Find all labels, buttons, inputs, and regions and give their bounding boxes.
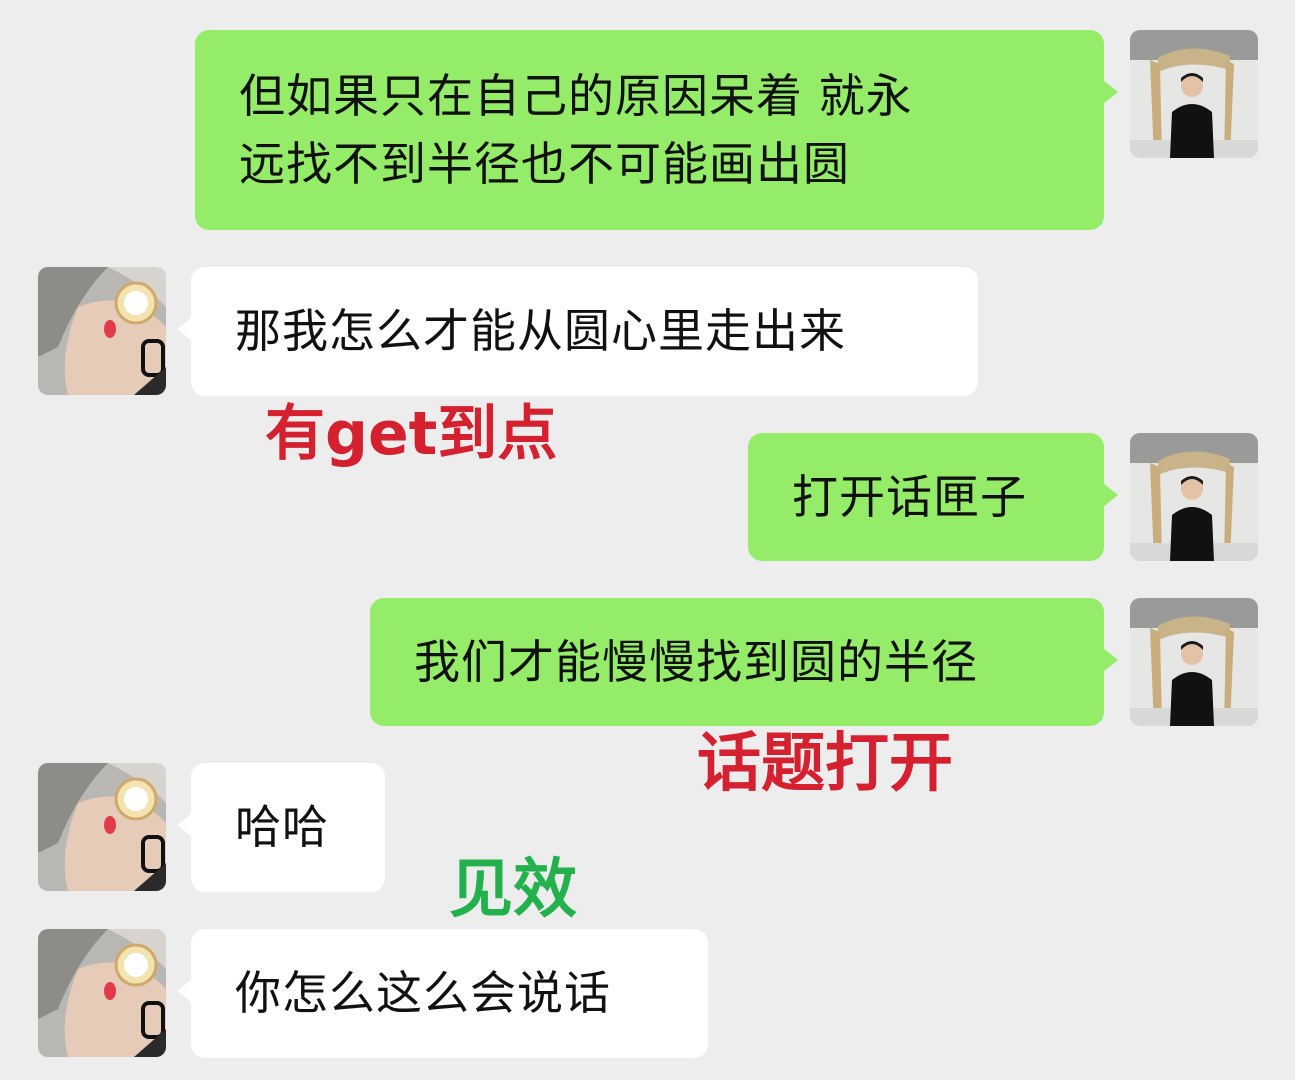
woman-cover-face-avatar-icon	[38, 929, 166, 1057]
bubble-tail	[177, 317, 192, 341]
man-in-black-avatar-icon	[1130, 598, 1258, 726]
message-text: 哈哈	[235, 800, 329, 854]
annotation-note: 见效	[449, 853, 577, 927]
message-text: 但如果只在自己的原因呆着 就永 远找不到半径也不可能画出圆	[239, 69, 913, 191]
message-text: 打开话匣子	[792, 470, 1027, 524]
annotation-note: 有get到点	[265, 399, 558, 469]
contact-avatar[interactable]	[38, 267, 166, 395]
bubble-tail	[177, 813, 192, 837]
man-in-black-avatar-icon	[1130, 30, 1258, 158]
self-avatar[interactable]	[1130, 598, 1258, 726]
self-avatar[interactable]	[1130, 30, 1258, 158]
contact-avatar[interactable]	[38, 763, 166, 891]
annotation-note: 话题打开	[697, 727, 953, 801]
bubble-tail	[1103, 483, 1118, 507]
message-text: 我们才能慢慢找到圆的半径	[414, 635, 978, 689]
woman-cover-face-avatar-icon	[38, 267, 166, 395]
contact-avatar[interactable]	[38, 929, 166, 1057]
message-bubble-received[interactable]: 哈哈	[177, 763, 385, 892]
message-bubble-sent[interactable]: 但如果只在自己的原因呆着 就永 远找不到半径也不可能画出圆	[195, 30, 1118, 230]
bubble-tail	[1103, 80, 1118, 104]
message-bubble-sent[interactable]: 我们才能慢慢找到圆的半径	[370, 598, 1118, 726]
message-text: 那我怎么才能从圆心里走出来	[235, 304, 846, 358]
woman-cover-face-avatar-icon	[38, 763, 166, 891]
man-in-black-avatar-icon	[1130, 433, 1258, 561]
self-avatar[interactable]	[1130, 433, 1258, 561]
message-bubble-sent[interactable]: 打开话匣子	[748, 433, 1118, 561]
message-text: 你怎么这么会说话	[235, 966, 611, 1020]
bubble-tail	[1103, 648, 1118, 672]
bubble-tail	[177, 979, 192, 1003]
message-bubble-received[interactable]: 那我怎么才能从圆心里走出来	[177, 267, 978, 396]
message-bubble-received[interactable]: 你怎么这么会说话	[177, 929, 708, 1058]
